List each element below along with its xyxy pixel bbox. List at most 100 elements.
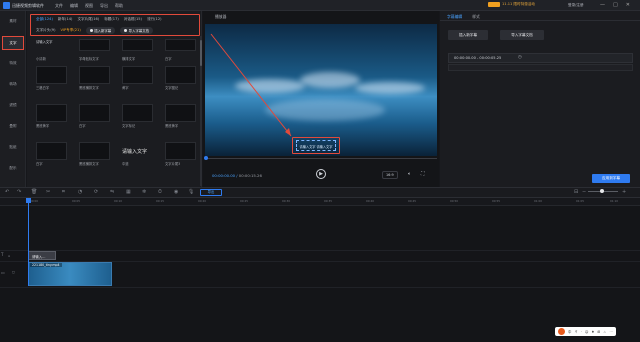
text-template-tile[interactable]: 黑底黄字: [165, 99, 196, 128]
ime-item[interactable]: ㄔ: [574, 329, 577, 334]
menu-export[interactable]: 导出: [100, 3, 108, 9]
tab-newyear[interactable]: 新年(14): [58, 17, 73, 22]
fit-icon[interactable]: ⊟: [574, 189, 578, 195]
freeze-icon[interactable]: ❄: [142, 189, 146, 195]
tab-vip[interactable]: VIP专享(21): [60, 28, 80, 33]
text-template-tile[interactable]: 白字: [79, 99, 110, 128]
sidebar-item-stickers[interactable]: 贴纸: [2, 141, 24, 155]
text-template-tile[interactable]: 黑底横排文字: [79, 61, 110, 90]
plus-circle-icon: [124, 29, 128, 32]
clock-icon[interactable]: ◷: [518, 55, 522, 60]
panel-scrollbar[interactable]: [200, 36, 202, 186]
play-button[interactable]: ▶: [316, 169, 326, 179]
sidebar-item-effects[interactable]: 特效: [2, 57, 24, 71]
menu-file[interactable]: 文件: [55, 3, 63, 9]
mosaic-icon[interactable]: ▦: [126, 189, 131, 195]
timeline-ruler[interactable]: [0, 198, 640, 206]
add-subtitle-button[interactable]: 插入新字幕: [448, 30, 488, 40]
text-template-tile[interactable]: 黑底横排文字: [79, 137, 110, 166]
zoom-out-icon[interactable]: −: [582, 189, 586, 195]
record-icon[interactable]: ◉: [174, 189, 178, 195]
zoom-in-icon[interactable]: +: [622, 189, 626, 195]
speed-icon[interactable]: ◔: [78, 189, 82, 195]
delete-icon[interactable]: 🗑︎: [31, 189, 37, 195]
mirror-icon[interactable]: ⇋: [110, 189, 114, 195]
tab-text-ending[interactable]: 文字片尾(16): [77, 17, 99, 22]
maximize-button[interactable]: □: [613, 2, 618, 8]
aspect-ratio-select[interactable]: 16:9: [382, 171, 398, 179]
text-template-tile[interactable]: 黄字: [122, 61, 153, 90]
track-mute-icon[interactable]: ◻: [12, 270, 15, 274]
crop-icon[interactable]: ⌗: [62, 189, 65, 195]
sidebar-item-filters[interactable]: 滤镜: [2, 99, 24, 113]
insert-subtitle-button[interactable]: 插入新字幕: [85, 27, 116, 34]
menu-help[interactable]: 帮助: [115, 3, 123, 9]
voice-icon[interactable]: 🎙︎: [188, 189, 194, 195]
subtitle-text-input[interactable]: [448, 64, 633, 71]
promo-banner[interactable]: 11.11 限时特惠活动: [488, 2, 535, 7]
text-template-tile[interactable]: 三格白字: [36, 61, 67, 90]
video-track-icon: ▭: [1, 270, 5, 275]
text-template-tile[interactable]: 文字图记: [165, 61, 196, 90]
rotate-icon[interactable]: ⟳: [94, 189, 98, 195]
subtitle-clip[interactable]: 请输入...: [28, 251, 56, 260]
text-template-tile[interactable]: 横排文字: [122, 34, 153, 61]
ime-toolbar[interactable]: 中 ㄔ · ☺ ♦ ⊞ ♨ ⋯: [555, 327, 616, 336]
fullscreen-icon[interactable]: ⛶: [421, 171, 425, 177]
text-template-tile[interactable]: 白字: [36, 137, 67, 166]
ime-item[interactable]: ☺: [585, 330, 589, 334]
timeline-playhead[interactable]: [28, 198, 29, 286]
playhead-handle[interactable]: [26, 198, 31, 203]
ime-item[interactable]: ⋯: [609, 330, 612, 334]
text-template-tile[interactable]: 请输入文字 中道: [122, 137, 153, 166]
text-template-tile[interactable]: 文字标记: [122, 99, 153, 128]
import-subtitle-button[interactable]: 导入字幕文档: [120, 27, 154, 34]
ime-item[interactable]: ♨: [603, 330, 606, 334]
ime-item[interactable]: ·: [581, 330, 582, 334]
import-subtitle-file-button[interactable]: 导入字幕文档: [500, 30, 544, 40]
tile-label: 文字标记: [122, 124, 136, 128]
menu-edit[interactable]: 编辑: [70, 3, 78, 9]
ime-item[interactable]: ♦: [591, 330, 594, 334]
text-template-tile[interactable]: 字母贴标文字: [79, 34, 110, 61]
sidebar-item-overlay[interactable]: 叠附: [2, 120, 24, 134]
ime-mode[interactable]: 中: [568, 329, 571, 334]
tab-dialog[interactable]: 对话框(15): [124, 17, 142, 22]
tab-popular[interactable]: 流行(12): [147, 17, 162, 22]
player-progress-bar[interactable]: [205, 158, 437, 159]
export-button[interactable]: 导出: [200, 189, 222, 196]
tile-thumbnail: [122, 104, 153, 122]
tab-divider: [440, 20, 640, 21]
text-template-tile[interactable]: 黑底黄字: [36, 99, 67, 128]
caption-text-box[interactable]: 请输入文字 请输入文字: [296, 140, 336, 151]
sidebar-item-music[interactable]: 配乐: [2, 162, 24, 176]
split-icon[interactable]: ✂: [46, 189, 50, 195]
undo-icon[interactable]: ↶: [5, 189, 9, 195]
minimize-button[interactable]: —: [600, 2, 605, 8]
ruler-tick: 00:40: [366, 199, 375, 203]
tab-text-opening[interactable]: 文字片头(9): [36, 28, 55, 33]
duration-icon[interactable]: ⏱: [158, 189, 162, 195]
tab-title[interactable]: 标题(17): [104, 17, 119, 22]
sidebar-item-media[interactable]: 素材: [2, 15, 24, 29]
track-lock-icon[interactable]: ▫: [8, 254, 10, 258]
tile-preview-text: 请输入文字: [36, 40, 53, 44]
player-progress-handle[interactable]: [204, 156, 208, 160]
redo-icon[interactable]: ↷: [17, 189, 21, 195]
close-button[interactable]: ✕: [626, 2, 630, 8]
apply-subtitle-button[interactable]: 应用到字幕: [592, 174, 630, 183]
sidebar-item-text[interactable]: 文字: [2, 36, 24, 50]
volume-icon[interactable]: 🔈︎: [408, 171, 411, 177]
tile-thumbnail: [165, 142, 196, 160]
tab-all[interactable]: 全部(124): [36, 17, 53, 22]
text-template-tile[interactable]: 白字: [165, 34, 196, 61]
tile-thumbnail: [36, 104, 67, 122]
scrollbar-thumb[interactable]: [200, 40, 202, 66]
menu-view[interactable]: 视图: [85, 3, 93, 9]
login-link[interactable]: 登录/注册: [568, 3, 584, 8]
sidebar-item-transitions[interactable]: 转场: [2, 78, 24, 92]
zoom-slider-handle[interactable]: [600, 189, 604, 193]
text-template-tile[interactable]: 文字片尾3: [165, 137, 196, 166]
ruler-tick: 00:20: [198, 199, 207, 203]
ime-item[interactable]: ⊞: [597, 330, 600, 334]
